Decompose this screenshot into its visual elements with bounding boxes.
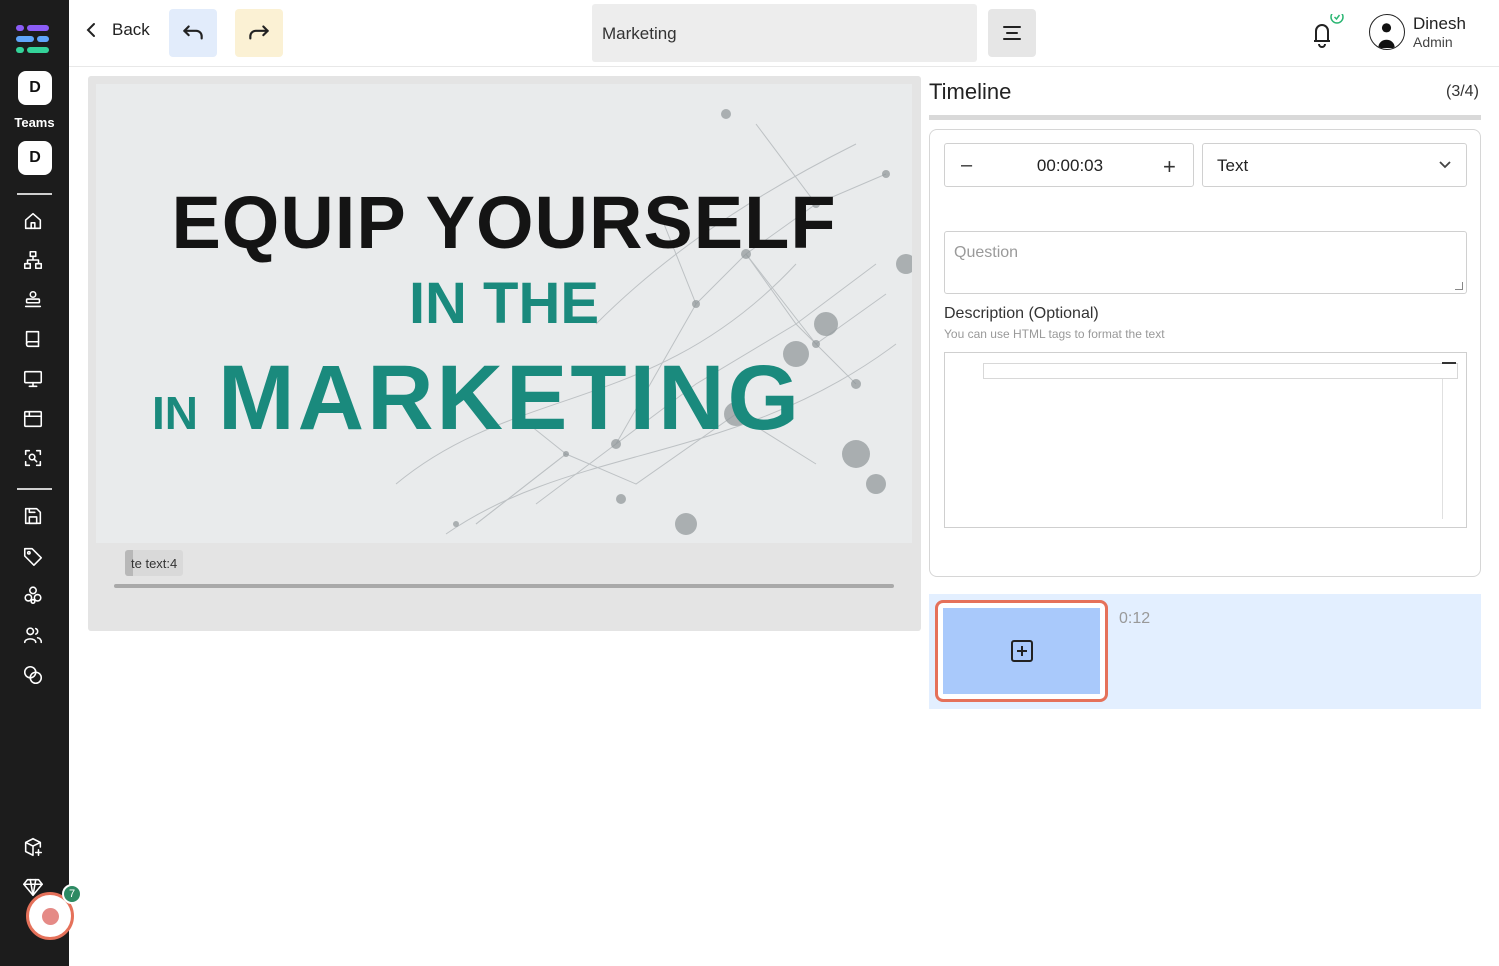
slide-heading-keyword: MARKETING [218,347,803,449]
nav-stack[interactable] [21,288,45,312]
browser-icon [23,410,43,428]
tag-icon [23,547,43,566]
add-tile-inner [943,608,1100,694]
project-title-input[interactable]: Marketing [592,4,977,62]
nav-save[interactable] [21,504,45,528]
back-label: Back [112,20,150,39]
time-stepper: – 00:00:03 + [944,143,1194,187]
avatar [1369,14,1405,50]
align-menu-icon [1003,26,1021,40]
redo-button[interactable] [235,9,283,57]
add-timeline-item-button[interactable] [935,600,1108,702]
timeline-step-count: (3/4) [1446,83,1479,100]
editor-divider [1442,379,1443,519]
editor-toolbar[interactable] [983,363,1458,379]
timeline-title: Timeline [929,79,1012,104]
description-editor[interactable] [944,352,1467,528]
nav-browser[interactable] [21,407,45,431]
nav-coins[interactable] [21,663,45,687]
chevron-left-icon [86,23,95,37]
slide-heading-line-1: EQUIP YOURSELF [171,181,837,264]
user-name: Dinesh [1413,14,1466,33]
coins-icon [23,665,43,685]
slide-preview[interactable]: EQUIP YOURSELF IN THE IN MARKETING [96,84,912,543]
user-role: Admin [1413,34,1453,50]
record-dot [42,908,59,925]
chip-label: te text:4 [131,555,178,571]
app-logo[interactable] [16,24,50,54]
team-avatar[interactable]: D [18,141,52,175]
timeline-element-chip[interactable]: te text:4 [125,550,184,576]
user-silhouette-icon [1378,23,1395,48]
element-type-select[interactable]: Text [1202,143,1467,187]
redo-icon [249,25,269,40]
slide-heading-line-3: IN MARKETING [152,346,912,451]
nav-tags[interactable] [21,544,45,568]
undo-button[interactable] [169,9,217,57]
sidebar-divider [17,193,52,195]
description-label: Description (Optional) [944,305,1099,322]
scan-search-icon [24,449,42,467]
book-icon [25,330,40,348]
time-value[interactable]: 00:00:03 [945,156,1195,176]
nav-package-plus[interactable] [21,835,45,859]
workspace-avatar[interactable]: D [18,71,52,105]
video-preview-panel: EQUIP YOURSELF IN THE IN MARKETING [88,76,921,631]
question-placeholder: Question [954,244,1019,261]
stack-icon [24,290,42,308]
monitor-icon [23,370,43,388]
time-increment-button[interactable]: + [1163,154,1176,180]
nav-hierarchy[interactable] [21,248,45,272]
nav-users[interactable] [21,623,45,647]
chevron-down-icon [1439,161,1451,169]
plus-square-icon [1010,640,1033,662]
users-icon [23,627,43,644]
element-type-value: Text [1217,156,1249,175]
nav-book[interactable] [21,327,45,351]
collapse-icon[interactable] [1442,362,1456,364]
menu-button[interactable] [988,9,1036,57]
nav-scan[interactable] [21,446,45,470]
package-plus-icon [24,837,43,857]
sidebar-divider-2 [17,488,52,490]
notification-count-badge: 7 [62,884,82,904]
sidebar: D Teams D 7 [0,0,82,966]
undo-icon [183,25,203,40]
question-input[interactable]: Question [944,231,1467,294]
home-icon [24,212,42,230]
nav-cluster[interactable] [21,583,45,607]
timeline-duration: 0:12 [1119,610,1151,627]
nav-home[interactable] [21,209,45,233]
slide-heading-prefix: IN [152,387,198,439]
nav-monitor[interactable] [21,367,45,391]
resize-handle[interactable] [1455,282,1463,290]
back-button[interactable]: Back [84,20,150,40]
user-profile[interactable]: Dinesh Admin [1369,14,1466,50]
notification-bell-icon[interactable] [1306,14,1346,54]
playback-track[interactable] [114,584,894,588]
teams-label: Teams [14,115,55,130]
cluster-icon [24,586,42,605]
save-icon [24,507,42,525]
hierarchy-icon [23,250,43,270]
slide-heading-line-2: IN THE [408,271,600,336]
description-hint: You can use HTML tags to format the text [944,327,1165,341]
timeline-progress-bar [929,115,1481,120]
